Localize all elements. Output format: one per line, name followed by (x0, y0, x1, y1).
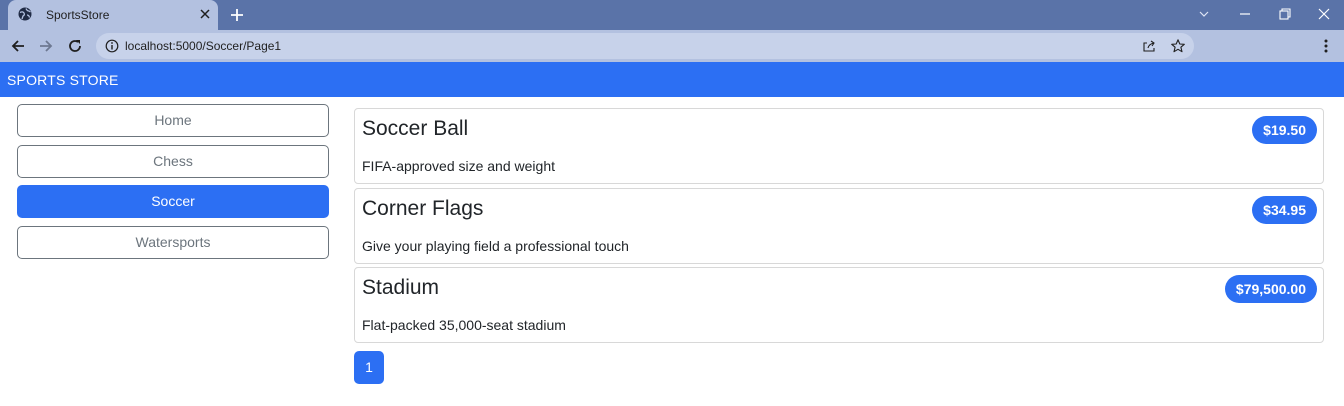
star-icon[interactable] (1170, 38, 1186, 54)
forward-icon[interactable] (38, 38, 54, 54)
product-card: Stadium $79,500.00 Flat-packed 35,000-se… (354, 267, 1324, 343)
reload-icon[interactable] (67, 38, 83, 54)
product-description: Flat-packed 35,000-seat stadium (362, 317, 566, 333)
browser-toolbar: localhost:5000/Soccer/Page1 (0, 30, 1344, 62)
pagination-page-1[interactable]: 1 (354, 351, 384, 384)
url-text[interactable]: localhost:5000/Soccer/Page1 (125, 39, 281, 53)
info-icon[interactable] (105, 39, 119, 53)
product-card: Soccer Ball $19.50 FIFA-approved size an… (354, 108, 1324, 184)
chevron-down-icon[interactable] (1196, 6, 1212, 22)
back-icon[interactable] (10, 38, 26, 54)
browser-tab[interactable]: SportsStore (8, 0, 218, 30)
kebab-menu-icon[interactable] (1318, 38, 1334, 54)
price-badge: $19.50 (1252, 116, 1317, 144)
product-name: Stadium (362, 276, 440, 299)
product-name: Corner Flags (362, 197, 484, 220)
browser-tab-bar: SportsStore (0, 0, 1344, 30)
category-button-watersports[interactable]: Watersports (17, 226, 329, 259)
address-bar[interactable]: localhost:5000/Soccer/Page1 (96, 33, 1194, 59)
close-icon[interactable] (198, 7, 212, 21)
product-card: Corner Flags $34.95 Give your playing fi… (354, 188, 1324, 264)
product-description: Give your playing field a professional t… (362, 238, 629, 254)
site-brand: SPORTS STORE (7, 72, 119, 88)
category-button-home[interactable]: Home (17, 104, 329, 137)
product-name: Soccer Ball (362, 117, 469, 140)
globe-icon (18, 7, 32, 21)
window-close-icon[interactable] (1316, 6, 1332, 22)
restore-icon[interactable] (1277, 6, 1293, 22)
product-description: FIFA-approved size and weight (362, 158, 555, 174)
plus-icon[interactable] (229, 7, 245, 23)
price-badge: $34.95 (1252, 196, 1317, 224)
category-button-soccer[interactable]: Soccer (17, 185, 329, 218)
price-badge: $79,500.00 (1224, 275, 1317, 303)
category-button-chess[interactable]: Chess (17, 145, 329, 178)
minimize-icon[interactable] (1237, 6, 1253, 22)
share-icon[interactable] (1142, 39, 1156, 53)
site-header: SPORTS STORE (0, 62, 1344, 97)
tab-title: SportsStore (46, 8, 110, 22)
